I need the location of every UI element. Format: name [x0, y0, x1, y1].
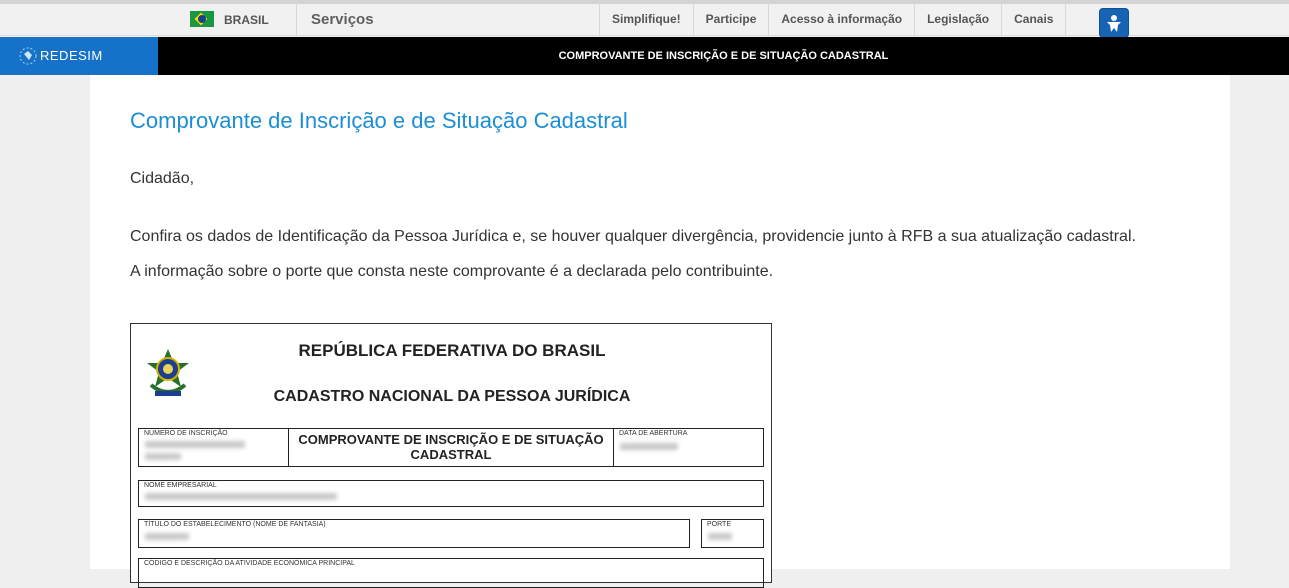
servicos-link[interactable]: Serviços — [311, 11, 374, 28]
page-header: REDESIM COMPROVANTE DE INSCRIÇÃO E DE SI… — [0, 37, 1289, 75]
instruction-paragraph: Confira os dados de Identificação da Pes… — [130, 228, 1136, 245]
accessibility-icon[interactable] — [1099, 8, 1129, 38]
matriz-redacted — [145, 453, 181, 460]
greeting-text: Cidadão, — [130, 170, 195, 187]
document-heading-republic: REPÚBLICA FEDERATIVA DO BRASIL — [298, 341, 606, 360]
redesim-logo[interactable]: REDESIM — [0, 37, 158, 75]
nome-empresarial-redacted — [145, 493, 337, 500]
brasil-label: BRASIL — [224, 13, 269, 27]
data-abertura-redacted — [620, 443, 678, 450]
titulo-estabelecimento-box: TÍTULO DO ESTABELECIMENTO (NOME DE FANTA… — [138, 519, 690, 548]
numero-inscricao-label: NÚMERO DE INSCRIÇÃO — [144, 430, 228, 437]
brazil-flag-icon — [190, 11, 214, 27]
gov-links: Simplifique! Participe Acesso à informaç… — [599, 4, 1067, 35]
simplifique-link[interactable]: Simplifique! — [599, 4, 693, 35]
comprovante-title-box: COMPROVANTE DE INSCRIÇÃO E DE SITUAÇÃO C… — [288, 428, 614, 467]
comprovante-title: COMPROVANTE DE INSCRIÇÃO E DE SITUAÇÃO C… — [298, 432, 604, 462]
porte-redacted — [708, 533, 732, 540]
participe-link[interactable]: Participe — [692, 4, 769, 35]
titulo-redacted — [145, 533, 189, 540]
gov-top-bar: BRASIL Serviços Simplifique! Participe A… — [0, 0, 1289, 38]
nome-empresarial-label: NOME EMPRESARIAL — [144, 482, 217, 489]
data-abertura-label: DATA DE ABERTURA — [619, 430, 688, 437]
nome-empresarial-box: NOME EMPRESARIAL — [138, 480, 764, 507]
porte-info-paragraph: A informação sobre o porte que consta ne… — [130, 263, 774, 280]
header-title: COMPROVANTE DE INSCRIÇÃO E DE SITUAÇÃO C… — [558, 50, 889, 62]
acesso-informacao-link[interactable]: Acesso à informação — [768, 4, 914, 35]
atividade-principal-box: CÓDIGO E DESCRIÇÃO DA ATIVIDADE ECONÔMIC… — [138, 558, 764, 588]
numero-redacted — [145, 441, 245, 448]
titulo-estabelecimento-label: TÍTULO DO ESTABELECIMENTO (NOME DE FANTA… — [144, 521, 326, 528]
page-title: Comprovante de Inscrição e de Situação C… — [130, 108, 628, 133]
data-abertura-box: DATA DE ABERTURA — [613, 428, 764, 467]
globe-icon — [19, 47, 37, 65]
document-heading-cnpj: CADASTRO NACIONAL DA PESSOA JURÍDICA — [273, 388, 631, 405]
porte-box: PORTE — [701, 519, 764, 548]
logo-text: REDESIM — [40, 48, 103, 63]
numero-inscricao-box: NÚMERO DE INSCRIÇÃO — [138, 428, 289, 467]
atividade-principal-label: CÓDIGO E DESCRIÇÃO DA ATIVIDADE ECONÔMIC… — [144, 560, 355, 567]
legislacao-link[interactable]: Legislação — [914, 4, 1001, 35]
cnpj-document: REPÚBLICA FEDERATIVA DO BRASIL CADASTRO … — [130, 323, 772, 588]
porte-label: PORTE — [707, 521, 731, 528]
brasil-link[interactable]: BRASIL — [180, 4, 297, 35]
canais-link[interactable]: Canais — [1001, 4, 1067, 35]
